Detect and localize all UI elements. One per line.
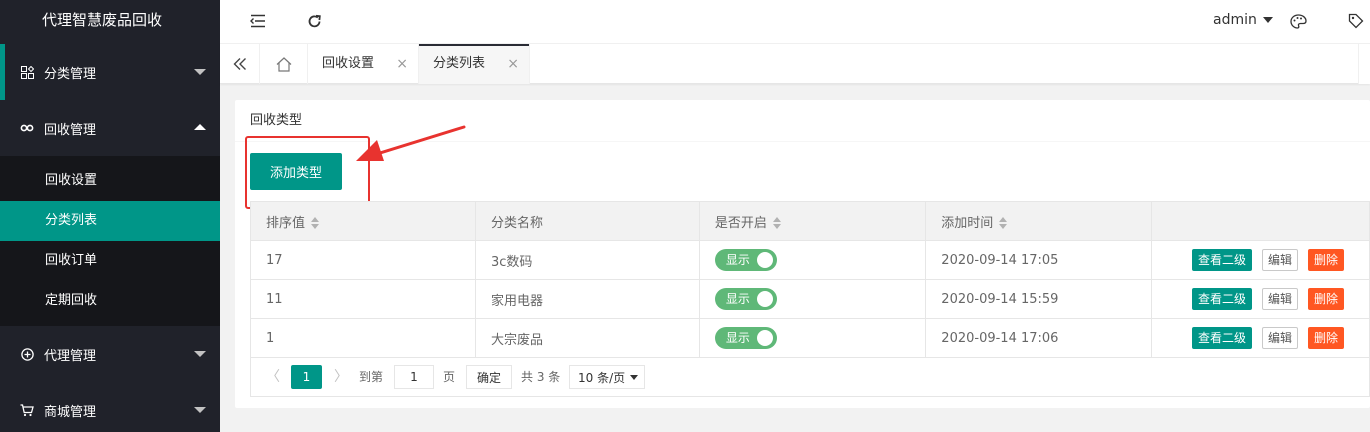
link-icon xyxy=(20,121,34,135)
sidebar-subitem-scheduled-recycle[interactable]: 定期回收 xyxy=(0,281,220,321)
column-header-time[interactable]: 添加时间 xyxy=(925,201,1152,241)
column-header-name: 分类名称 xyxy=(474,201,700,241)
plus-circle-icon xyxy=(20,347,34,361)
status-toggle[interactable]: 显示 xyxy=(714,327,777,349)
cell-sort: 17 xyxy=(250,240,476,280)
view-subcategory-button[interactable]: 查看二级 xyxy=(1191,249,1252,271)
theme-palette-icon[interactable] xyxy=(1288,11,1308,31)
sidebar-item-label: 代理管理 xyxy=(44,348,97,364)
tab-label: 回收设置 xyxy=(322,56,375,71)
sort-icon[interactable] xyxy=(772,217,783,229)
cell-status: 显示 xyxy=(698,279,927,319)
tab-bar: 回收设置 × 分类列表 × xyxy=(220,44,1370,84)
edit-button[interactable]: 编辑 xyxy=(1261,249,1298,271)
close-icon[interactable]: × xyxy=(507,44,519,84)
table-row: 11 家用电器 显示 2020-09-14 15:59 查看二级 编辑 删除 xyxy=(250,279,1370,319)
menu-fold-icon[interactable] xyxy=(248,11,268,31)
delete-button[interactable]: 删除 xyxy=(1307,249,1344,271)
tab-category-list[interactable]: 分类列表 × xyxy=(419,44,530,84)
sidebar-item-mall[interactable]: 商城管理 xyxy=(0,382,220,432)
delete-button[interactable]: 删除 xyxy=(1307,327,1344,349)
confirm-page-button[interactable]: 确定 xyxy=(466,365,512,389)
cart-icon xyxy=(20,403,34,417)
current-page[interactable]: 1 xyxy=(291,365,322,389)
pagination: 〈 1 〉 到第 页 确定 共 3 条 10 条/页 xyxy=(250,357,1370,397)
cell-actions: 查看二级 编辑 删除 xyxy=(1150,240,1370,280)
cell-status: 显示 xyxy=(698,318,927,358)
view-subcategory-button[interactable]: 查看二级 xyxy=(1191,288,1252,310)
close-icon[interactable]: × xyxy=(396,44,408,84)
sidebar-item-category[interactable]: 分类管理 xyxy=(0,44,220,100)
column-header-enabled[interactable]: 是否开启 xyxy=(698,201,927,241)
cell-sort: 11 xyxy=(250,279,476,319)
cell-time: 2020-09-14 17:05 xyxy=(925,240,1152,280)
sidebar-item-label: 分类管理 xyxy=(44,66,97,82)
sidebar-item-label: 回收管理 xyxy=(44,122,97,138)
prev-page-icon[interactable]: 〈 xyxy=(263,365,283,389)
page-number-input[interactable] xyxy=(394,365,434,389)
grid-icon xyxy=(20,65,34,79)
cell-name: 3c数码 xyxy=(474,240,700,280)
goto-label: 到第 xyxy=(359,370,384,384)
caret-down-icon xyxy=(630,375,638,380)
chevron-up-icon xyxy=(194,124,206,130)
edit-button[interactable]: 编辑 xyxy=(1261,288,1298,310)
refresh-icon[interactable] xyxy=(304,11,324,31)
edit-button[interactable]: 编辑 xyxy=(1261,327,1298,349)
tab-recycle-settings[interactable]: 回收设置 × xyxy=(308,44,419,84)
sidebar-subitem-recycle-orders[interactable]: 回收订单 xyxy=(0,241,220,281)
caret-down-icon xyxy=(1262,17,1273,23)
sidebar-item-recycle[interactable]: 回收管理 xyxy=(0,100,220,156)
sort-icon[interactable] xyxy=(999,217,1009,229)
user-name: admin xyxy=(1213,12,1257,28)
view-subcategory-button[interactable]: 查看二级 xyxy=(1191,327,1252,349)
chevron-down-icon xyxy=(194,407,206,413)
page-unit-label: 页 xyxy=(443,370,456,384)
cell-status: 显示 xyxy=(698,240,927,280)
table-row: 1 大宗废品 显示 2020-09-14 17:06 查看二级 编辑 删除 xyxy=(250,318,1370,358)
top-header: admin xyxy=(220,0,1370,44)
status-toggle[interactable]: 显示 xyxy=(714,249,777,271)
category-table: 排序值 分类名称 是否开启 添加时间 17 3c数码 显示 2020-09-14… xyxy=(250,201,1370,358)
double-chevron-left-icon[interactable] xyxy=(220,44,260,84)
sort-icon[interactable] xyxy=(311,217,321,229)
column-header-sort[interactable]: 排序值 xyxy=(250,201,476,241)
user-menu[interactable]: admin xyxy=(1213,12,1273,28)
status-toggle[interactable]: 显示 xyxy=(714,288,777,310)
tab-label: 分类列表 xyxy=(433,56,486,71)
delete-button[interactable]: 删除 xyxy=(1307,288,1344,310)
cell-actions: 查看二级 编辑 删除 xyxy=(1150,318,1370,358)
sidebar-item-label: 商城管理 xyxy=(44,404,97,420)
sidebar-subnav: 回收设置 分类列表 回收订单 定期回收 xyxy=(0,156,220,326)
table-header-row: 排序值 分类名称 是否开启 添加时间 xyxy=(250,201,1370,241)
chevron-down-icon xyxy=(194,69,206,75)
cell-time: 2020-09-14 15:59 xyxy=(925,279,1152,319)
toggle-knob xyxy=(756,330,773,346)
table-row: 17 3c数码 显示 2020-09-14 17:05 查看二级 编辑 删除 xyxy=(250,240,1370,280)
column-header-actions xyxy=(1150,201,1370,241)
sidebar-subitem-category-list[interactable]: 分类列表 xyxy=(0,201,220,241)
app-logo-title: 代理智慧废品回收 xyxy=(41,11,162,29)
cell-name: 家用电器 xyxy=(474,279,700,319)
cell-sort: 1 xyxy=(250,318,476,358)
cell-name: 大宗废品 xyxy=(474,318,700,358)
cell-actions: 查看二级 编辑 删除 xyxy=(1150,279,1370,319)
tag-icon[interactable] xyxy=(1346,11,1366,31)
sidebar-item-agent[interactable]: 代理管理 xyxy=(0,326,220,382)
total-count: 共 3 条 xyxy=(521,370,561,384)
toggle-knob xyxy=(756,291,773,307)
toggle-knob xyxy=(756,252,773,268)
cell-time: 2020-09-14 17:06 xyxy=(925,318,1152,358)
page-size-select[interactable]: 10 条/页 xyxy=(569,365,645,389)
annotation-arrow xyxy=(356,125,466,161)
tab-scroll-right[interactable] xyxy=(1358,44,1370,84)
sidebar-subitem-recycle-settings[interactable]: 回收设置 xyxy=(0,161,220,201)
sidebar: 代理智慧废品回收 分类管理 回收管理 回收设置 分类列表 回收订单 定期回收 代… xyxy=(0,0,220,432)
next-page-icon[interactable]: 〉 xyxy=(331,365,351,389)
home-icon[interactable] xyxy=(260,44,308,84)
chevron-down-icon xyxy=(194,351,206,357)
